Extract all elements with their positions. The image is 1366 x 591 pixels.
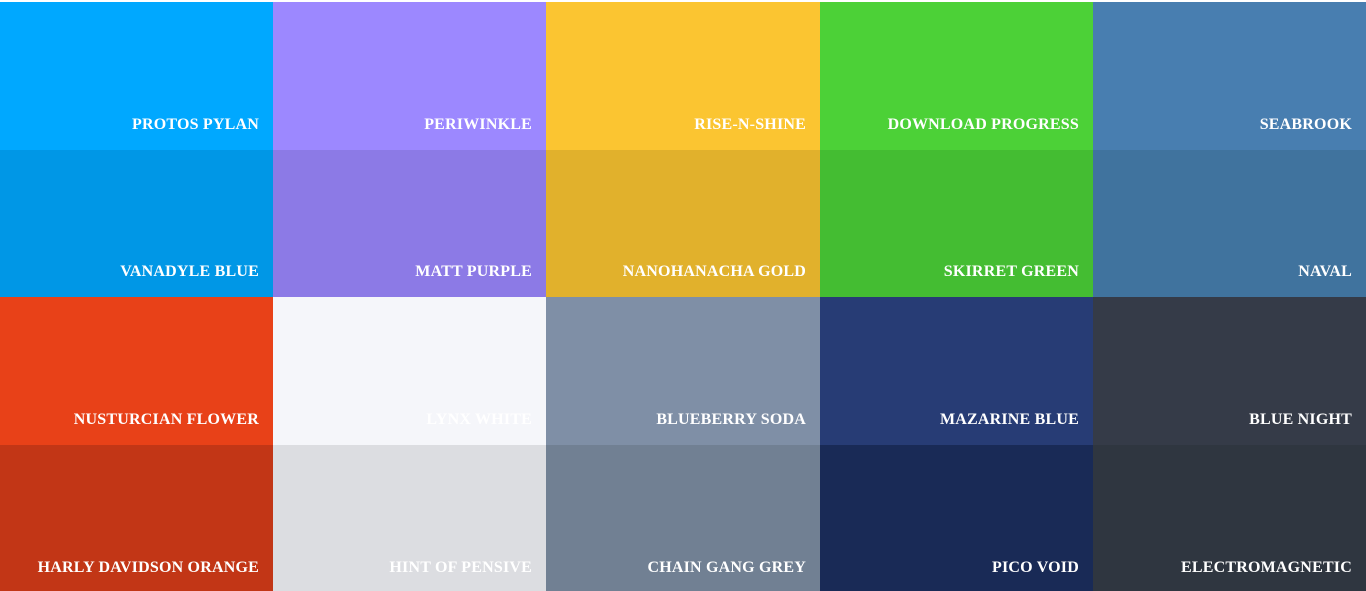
color-swatch-label: ELECTROMAGNETIC (1180, 559, 1352, 576)
color-swatch-label: MAZARINE BLUE (939, 411, 1079, 428)
color-swatch-matt-purple[interactable]: MATT PURPLE (273, 150, 546, 297)
color-swatch-label: RISE-N-SHINE (694, 116, 806, 133)
color-swatch-seabrook[interactable]: SEABROOK (1093, 2, 1366, 150)
color-swatch-harly-davidson-orange[interactable]: HARLY DAVIDSON ORANGE (0, 445, 273, 591)
color-swatch-label: MATT PURPLE (415, 263, 532, 280)
color-swatch-label: VANADYLE BLUE (120, 263, 259, 280)
color-swatch-protos-pylan[interactable]: PROTOS PYLAN (0, 2, 273, 150)
color-swatch-label: NANOHANACHA GOLD (622, 263, 806, 280)
color-swatch-nanohanacha-gold[interactable]: NANOHANACHA GOLD (546, 150, 820, 297)
color-swatch-label: HARLY DAVIDSON ORANGE (37, 559, 259, 576)
color-swatch-pico-void[interactable]: PICO VOID (820, 445, 1093, 591)
color-swatch-blueberry-soda[interactable]: BLUEBERRY SODA (546, 297, 820, 445)
color-swatch-electromagnetic[interactable]: ELECTROMAGNETIC (1093, 445, 1366, 591)
color-swatch-label: PROTOS PYLAN (131, 116, 259, 133)
color-swatch-label: DOWNLOAD PROGRESS (887, 116, 1079, 133)
color-swatch-download-progress[interactable]: DOWNLOAD PROGRESS (820, 2, 1093, 150)
color-swatch-nusturcian-flower[interactable]: NUSTURCIAN FLOWER (0, 297, 273, 445)
color-swatch-label: PERIWINKLE (424, 116, 532, 133)
color-swatch-periwinkle[interactable]: PERIWINKLE (273, 2, 546, 150)
color-swatch-label: NAVAL (1298, 263, 1352, 280)
color-swatch-mazarine-blue[interactable]: MAZARINE BLUE (820, 297, 1093, 445)
color-swatch-label: BLUE NIGHT (1249, 411, 1352, 428)
color-swatch-rise-n-shine[interactable]: RISE-N-SHINE (546, 2, 820, 150)
color-swatch-blue-night[interactable]: BLUE NIGHT (1093, 297, 1366, 445)
color-swatch-label: CHAIN GANG GREY (647, 559, 806, 576)
color-swatch-lynx-white[interactable]: LYNX WHITE (273, 297, 546, 445)
color-swatch-skirret-green[interactable]: SKIRRET GREEN (820, 150, 1093, 297)
color-swatch-naval[interactable]: NAVAL (1093, 150, 1366, 297)
color-swatch-label: SEABROOK (1259, 116, 1352, 133)
color-swatch-hint-of-pensive[interactable]: HINT OF PENSIVE (273, 445, 546, 591)
color-swatch-label: NUSTURCIAN FLOWER (73, 411, 259, 428)
color-swatch-chain-gang-grey[interactable]: CHAIN GANG GREY (546, 445, 820, 591)
color-swatch-label: SKIRRET GREEN (943, 263, 1079, 280)
color-swatch-label: BLUEBERRY SODA (656, 411, 806, 428)
color-swatch-vanadyle-blue[interactable]: VANADYLE BLUE (0, 150, 273, 297)
color-swatch-label: HINT OF PENSIVE (389, 559, 532, 576)
color-palette-grid: PROTOS PYLAN PERIWINKLE RISE-N-SHINE DOW… (0, 0, 1366, 591)
color-swatch-label: PICO VOID (992, 559, 1079, 576)
color-swatch-label: LYNX WHITE (426, 411, 532, 428)
